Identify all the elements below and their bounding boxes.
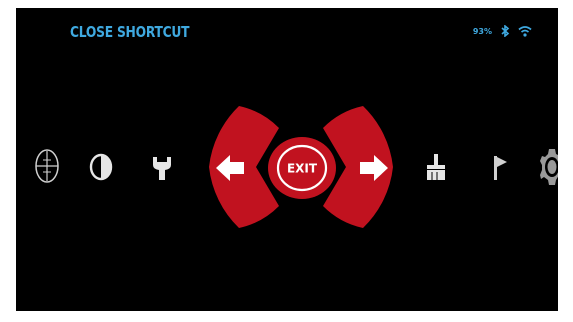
- contrast-icon[interactable]: [88, 153, 114, 181]
- reticle-icon[interactable]: [34, 148, 60, 184]
- arrow-left-icon[interactable]: [214, 153, 246, 183]
- flag-icon[interactable]: [491, 154, 511, 182]
- page-title: CLOSE SHORTCUT: [70, 23, 190, 41]
- exit-button[interactable]: EXIT: [267, 136, 337, 200]
- device-screen: CLOSE SHORTCUT 93% EXIT: [16, 8, 558, 311]
- cleaning-brush-icon[interactable]: [424, 152, 448, 182]
- wifi-icon: [518, 26, 532, 37]
- bluetooth-icon: [501, 25, 510, 37]
- wrench-icon[interactable]: [151, 154, 173, 182]
- settings-gear-icon[interactable]: [540, 146, 558, 188]
- battery-level: 93%: [472, 26, 492, 36]
- status-bar: 93%: [473, 25, 532, 37]
- arrow-right-icon[interactable]: [358, 153, 390, 183]
- exit-label: EXIT: [287, 162, 318, 176]
